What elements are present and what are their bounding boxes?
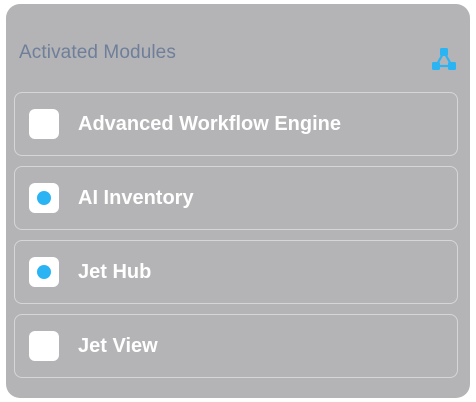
module-row-advanced-workflow-engine[interactable]: Advanced Workflow Engine <box>14 92 458 156</box>
module-label: Jet Hub <box>78 261 152 283</box>
module-row-ai-inventory[interactable]: AI Inventory <box>14 166 458 230</box>
module-row-jet-view[interactable]: Jet View <box>14 314 458 378</box>
module-label: Jet View <box>78 335 158 357</box>
network-icon[interactable] <box>430 46 458 74</box>
module-checkbox[interactable] <box>29 331 59 361</box>
module-checkbox[interactable] <box>29 257 59 287</box>
panel-title: Activated Modules <box>19 42 176 63</box>
checkbox-dot-icon <box>37 191 51 205</box>
module-label: AI Inventory <box>78 187 194 209</box>
module-list: Advanced Workflow Engine AI Inventory Je… <box>14 92 458 388</box>
module-checkbox[interactable] <box>29 183 59 213</box>
checkbox-dot-icon <box>37 265 51 279</box>
activated-modules-panel: Activated Modules Advanced Workflow Engi… <box>6 4 470 398</box>
module-label: Advanced Workflow Engine <box>78 113 341 135</box>
module-row-jet-hub[interactable]: Jet Hub <box>14 240 458 304</box>
module-checkbox[interactable] <box>29 109 59 139</box>
